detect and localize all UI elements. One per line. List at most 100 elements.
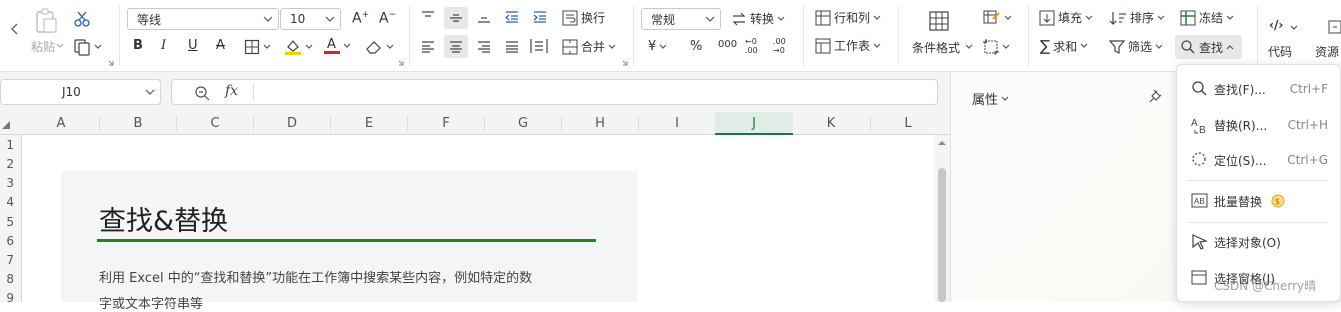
cell-style-icon: [983, 10, 1000, 24]
border-button[interactable]: [244, 39, 271, 55]
code-button[interactable]: ‹/› 代码: [1262, 18, 1302, 60]
fx-icon[interactable]: fx: [225, 83, 238, 99]
formula-input[interactable]: fx: [171, 79, 938, 105]
scrollbar-thumb[interactable]: [938, 168, 946, 302]
decrease-indent-button[interactable]: [504, 10, 520, 24]
sort-button[interactable]: 排序: [1109, 9, 1165, 26]
pin-icon[interactable]: [1148, 88, 1164, 104]
dialog-launcher-icon[interactable]: [108, 60, 114, 66]
chevron-down-icon: [1155, 44, 1163, 49]
freeze-button[interactable]: 冻结: [1180, 9, 1234, 26]
row-header[interactable]: 2: [0, 157, 14, 171]
justify-icon: [506, 41, 518, 53]
column-header[interactable]: D: [282, 116, 302, 131]
convert-button[interactable]: 转换: [731, 10, 785, 27]
copy-button[interactable]: [73, 38, 102, 56]
increase-decimal-button[interactable]: ←0 .00: [745, 37, 765, 55]
merge-button[interactable]: 合并: [562, 38, 616, 55]
decrease-decimal-button[interactable]: .00 →0: [773, 37, 793, 55]
row-header[interactable]: 6: [0, 234, 14, 248]
menu-item-replace[interactable]: AB 替换(R)... Ctrl+H: [1177, 110, 1341, 140]
chevron-down-icon: [325, 16, 335, 22]
align-center-button[interactable]: [444, 35, 468, 58]
dialog-launcher-icon[interactable]: [398, 60, 404, 66]
column-header[interactable]: G: [513, 116, 533, 131]
menu-item-locate[interactable]: 定位(S)... Ctrl+G: [1177, 145, 1341, 175]
font-name-select[interactable]: 等线: [127, 8, 279, 30]
worksheet-button[interactable]: 工作表: [815, 37, 881, 54]
strikethrough-button[interactable]: A: [216, 38, 225, 53]
column-header-selected[interactable]: J: [744, 116, 764, 131]
row-header[interactable]: 9: [0, 291, 14, 305]
row-header[interactable]: 3: [0, 176, 14, 190]
increase-font-size-button[interactable]: A+: [352, 10, 369, 27]
sum-button[interactable]: ∑ 求和: [1040, 37, 1088, 55]
column-header[interactable]: E: [359, 116, 379, 131]
font-size-select[interactable]: 10: [280, 8, 341, 30]
column-headers: A B C D E F G H I J K L: [0, 112, 950, 135]
cut-button[interactable]: [73, 10, 91, 28]
percent-button[interactable]: %: [690, 39, 702, 54]
increase-indent-button[interactable]: [532, 10, 548, 24]
cell-style-button[interactable]: [983, 10, 1012, 26]
column-header[interactable]: C: [205, 116, 225, 131]
menu-item-select-object[interactable]: 选择对象(O): [1177, 227, 1341, 257]
row-column-button[interactable]: 行和列: [815, 9, 881, 26]
decrease-font-size-button[interactable]: A−: [379, 10, 396, 27]
filter-button[interactable]: 筛选: [1109, 38, 1163, 55]
chevron-down-icon: [263, 16, 273, 22]
distribute-button[interactable]: [530, 38, 548, 54]
menu-item-batch-replace[interactable]: AB 批量替换 $: [1177, 186, 1341, 216]
column-header[interactable]: F: [436, 116, 456, 131]
fill-color-button[interactable]: [284, 38, 313, 56]
font-color-button[interactable]: A: [324, 37, 351, 55]
column-header[interactable]: B: [128, 116, 148, 131]
conditional-format-button[interactable]: 条件格式: [908, 8, 974, 62]
menu-item-label: 查找(F)...: [1214, 82, 1266, 97]
column-header[interactable]: I: [667, 116, 687, 131]
align-bottom-button[interactable]: [476, 10, 492, 24]
row-header[interactable]: 7: [0, 253, 14, 267]
italic-button[interactable]: I: [161, 38, 166, 53]
chevron-down-icon: [873, 43, 881, 48]
scroll-up-icon[interactable]: [938, 140, 946, 146]
bold-button[interactable]: B: [133, 38, 143, 53]
underline-button[interactable]: U: [188, 38, 198, 53]
row-header[interactable]: 1: [0, 138, 14, 152]
resource-button[interactable]: 资源: [1308, 18, 1341, 60]
row-header[interactable]: 8: [0, 272, 14, 286]
search-icon: [1181, 40, 1195, 54]
properties-title-button[interactable]: 属性: [972, 89, 1009, 108]
column-header[interactable]: A: [51, 116, 71, 131]
column-header[interactable]: K: [821, 116, 841, 131]
align-right-button[interactable]: [476, 40, 492, 54]
column-header[interactable]: H: [590, 116, 610, 131]
row-header[interactable]: 4: [0, 195, 14, 209]
paste-button[interactable]: 粘贴: [28, 6, 66, 62]
batch-replace-icon: AB: [1191, 193, 1208, 208]
freeze-panes-icon: [1180, 10, 1196, 25]
formula-bar: J10 fx: [0, 72, 950, 112]
name-box[interactable]: J10: [0, 79, 161, 105]
row-header[interactable]: 5: [0, 215, 14, 229]
column-header[interactable]: L: [898, 116, 918, 131]
currency-button[interactable]: ¥: [648, 39, 667, 54]
fill-button[interactable]: 填充: [1039, 9, 1093, 26]
align-top-button[interactable]: [420, 10, 436, 24]
vertical-scrollbar[interactable]: [934, 135, 950, 302]
dialog-launcher-icon[interactable]: [622, 60, 628, 66]
thousands-button[interactable]: 000: [718, 39, 737, 50]
clear-format-button[interactable]: [365, 39, 394, 55]
locate-icon: [1192, 152, 1206, 166]
menu-item-find[interactable]: 查找(F)... Ctrl+F: [1177, 74, 1341, 104]
align-left-button[interactable]: [420, 40, 436, 54]
justify-button[interactable]: [504, 40, 520, 54]
wrap-text-button[interactable]: 换行: [562, 9, 605, 26]
table-format-button[interactable]: [983, 39, 1010, 55]
align-middle-button[interactable]: [444, 7, 468, 29]
zoom-search-icon[interactable]: [194, 85, 210, 101]
ribbon-scroll-left-button[interactable]: [10, 22, 20, 36]
number-format-select[interactable]: 常规: [641, 8, 721, 30]
select-all-icon[interactable]: [2, 121, 10, 129]
find-button[interactable]: 查找: [1175, 35, 1242, 59]
